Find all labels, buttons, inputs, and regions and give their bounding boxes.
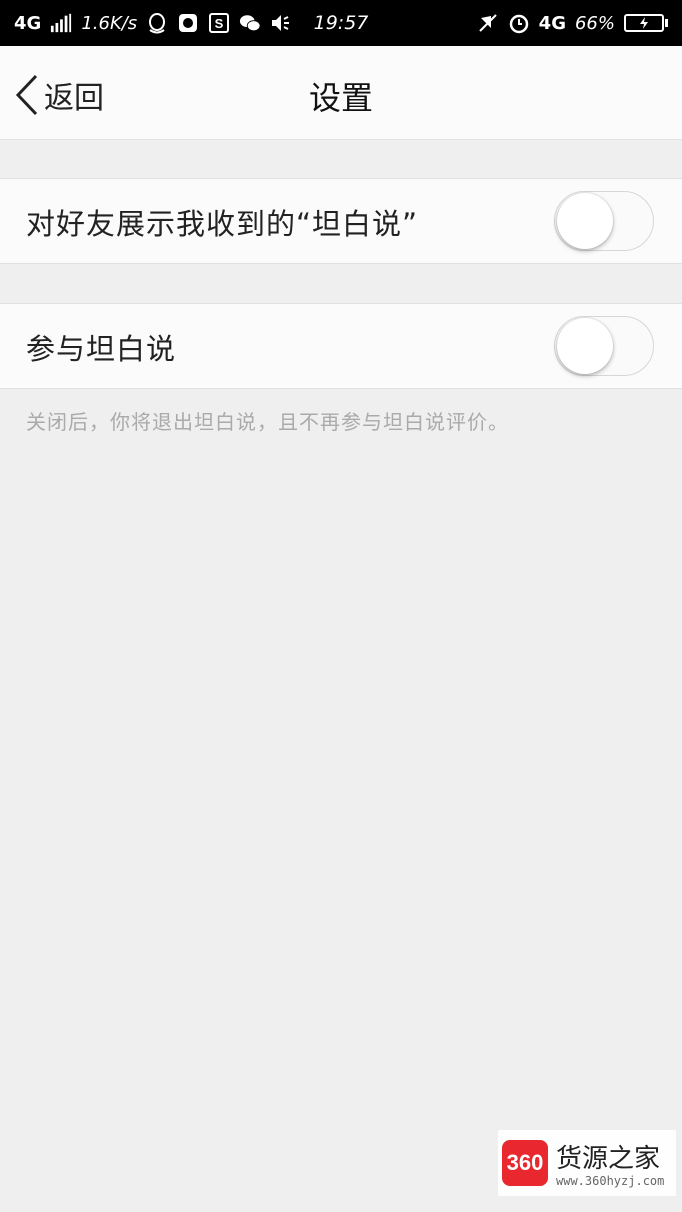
qq-icon: [149, 13, 166, 34]
setting-label-participate: 参与坦白说: [26, 332, 177, 366]
battery-percent: 66%: [574, 12, 615, 34]
s-app-icon: S: [209, 13, 230, 33]
signal-icon: [51, 13, 72, 33]
wechat-icon: [240, 15, 261, 32]
network-speed: 1.6K/s: [81, 12, 138, 34]
mute-icon: [478, 14, 497, 32]
clock: 19:57: [313, 12, 369, 34]
toggle-knob: [557, 318, 613, 374]
network-type-right: 4G: [538, 12, 566, 34]
setting-row-show-to-friends: 对好友展示我收到的“坦白说”: [0, 178, 682, 264]
watermark: 360 货源之家 www.360hyzj.com: [498, 1130, 676, 1196]
toggle-knob: [557, 193, 613, 249]
toggle-participate[interactable]: [554, 316, 654, 376]
setting-row-participate: 参与坦白说: [0, 303, 682, 389]
nav-bar: 返回 设置: [0, 46, 682, 140]
watermark-title: 货源之家: [556, 1144, 661, 1174]
volume-icon: [272, 15, 290, 31]
camera-app-icon: [179, 14, 198, 32]
svg-text:S: S: [215, 16, 224, 31]
watermark-logo: 360: [502, 1140, 548, 1186]
alarm-icon: [509, 14, 528, 34]
watermark-url: www.360hyzj.com: [556, 1174, 665, 1188]
network-type-left: 4G: [14, 12, 42, 34]
battery-icon: [624, 14, 668, 32]
toggle-show-to-friends[interactable]: [554, 191, 654, 251]
setting-label-show-to-friends: 对好友展示我收到的“坦白说”: [26, 207, 419, 241]
page-title: 设置: [308, 79, 373, 117]
status-bar: 4G 1.6K/s S 19:57 4G 66%: [0, 0, 682, 46]
setting-hint: 关闭后，你将退出坦白说，且不再参与坦白说评价。: [26, 410, 509, 434]
